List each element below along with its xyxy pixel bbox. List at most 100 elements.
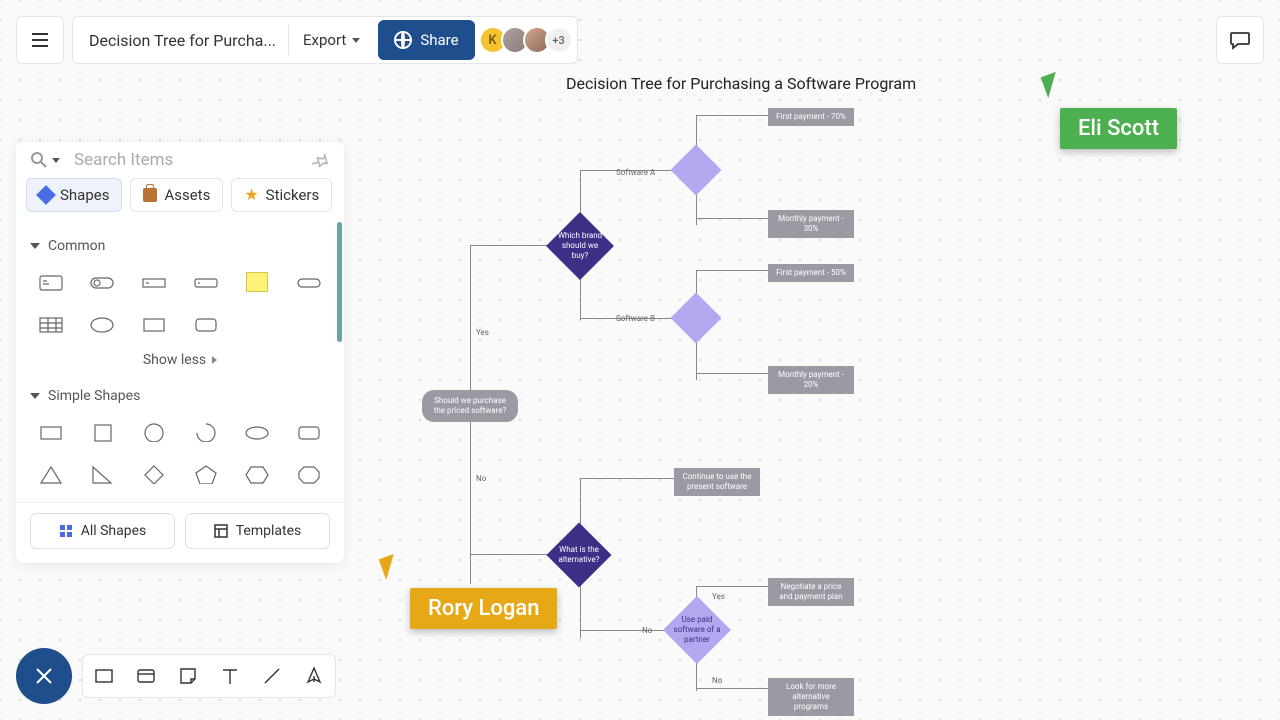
node-software-b[interactable] <box>671 293 722 344</box>
globe-icon <box>394 31 412 49</box>
shape-oval[interactable] <box>237 418 279 446</box>
comments-button[interactable] <box>1216 16 1264 64</box>
export-button[interactable]: Export <box>289 20 374 60</box>
shapes-panel: Shapes Assets ★Stickers Common Show less… <box>16 142 344 563</box>
edge-label: Yes <box>712 592 725 601</box>
node-negotiate[interactable]: Negotiate a price and payment plan <box>768 578 854 606</box>
edge <box>696 270 768 271</box>
briefcase-icon <box>143 188 157 202</box>
show-less-button[interactable]: Show less <box>30 342 330 378</box>
shape-arc[interactable] <box>185 418 227 446</box>
shape-ellipse[interactable] <box>82 310 124 338</box>
shape-switch[interactable] <box>82 268 124 296</box>
shape-square[interactable] <box>82 418 124 446</box>
shape-right-triangle[interactable] <box>82 460 124 488</box>
shape-hexagon[interactable] <box>237 460 279 488</box>
section-simple[interactable]: Simple Shapes <box>30 378 330 414</box>
panel-scroll[interactable]: Common Show less Simple Shapes <box>16 222 344 502</box>
shape-diamond[interactable] <box>133 460 175 488</box>
comment-icon <box>1229 30 1251 50</box>
panel-tabs: Shapes Assets ★Stickers <box>16 178 344 222</box>
collaborator-cursor-eli: Eli Scott <box>1060 108 1177 149</box>
edge <box>696 218 768 219</box>
tab-stickers[interactable]: ★Stickers <box>231 178 332 212</box>
tool-text[interactable] <box>217 663 243 689</box>
panel-footer: All Shapes Templates <box>16 502 344 563</box>
edge-label: Yes <box>476 328 489 337</box>
shape-octagon[interactable] <box>288 460 330 488</box>
tab-assets[interactable]: Assets <box>130 178 223 212</box>
shape-rounded-rect[interactable] <box>185 310 227 338</box>
close-fab[interactable] <box>16 648 72 704</box>
node-monthly-payment-20[interactable]: Monthly payment - 20% <box>768 366 854 394</box>
node-monthly-payment-30[interactable]: Monthly payment - 30% <box>768 210 854 238</box>
all-shapes-button[interactable]: All Shapes <box>30 513 175 549</box>
edge-label: No <box>476 474 486 483</box>
export-label: Export <box>303 31 346 49</box>
shape-rectangle[interactable] <box>133 310 175 338</box>
shape-card[interactable] <box>30 268 72 296</box>
section-common[interactable]: Common <box>30 228 330 264</box>
shape-field[interactable] <box>185 268 227 296</box>
shape-rectangle[interactable] <box>30 418 72 446</box>
pin-icon[interactable] <box>312 151 330 169</box>
tool-card[interactable] <box>133 663 159 689</box>
title-bar: Decision Tree for Purcha... Export Share… <box>72 16 578 64</box>
search-input[interactable] <box>74 150 312 170</box>
edge <box>696 688 768 689</box>
search-icon <box>30 151 48 169</box>
shape-pentagon[interactable] <box>185 460 227 488</box>
tab-shapes[interactable]: Shapes <box>26 178 122 212</box>
chevron-down-icon <box>352 38 360 43</box>
edge-label: Software B <box>616 314 655 323</box>
edge <box>470 554 554 555</box>
node-root-question[interactable]: Should we purchase the priced software? <box>422 390 518 422</box>
diamond-icon <box>36 185 56 205</box>
document-title[interactable]: Decision Tree for Purcha... <box>77 31 288 50</box>
templates-button[interactable]: Templates <box>185 513 330 549</box>
collaborator-avatars: K +3 <box>485 26 573 54</box>
tool-strip <box>82 654 336 698</box>
simple-shapes-grid <box>30 414 330 492</box>
cursor-label: Eli Scott <box>1060 108 1177 149</box>
shape-pill[interactable] <box>288 268 330 296</box>
shape-sticky-note[interactable] <box>237 268 279 296</box>
menu-button[interactable] <box>16 16 64 64</box>
node-use-partner[interactable]: Use paid software of a partner <box>663 596 731 664</box>
shape-circle[interactable] <box>133 418 175 446</box>
chart-title: Decision Tree for Purchasing a Software … <box>566 74 916 93</box>
tool-line[interactable] <box>259 663 285 689</box>
edge-label: No <box>642 626 652 635</box>
edge <box>470 245 471 404</box>
node-brand-decision[interactable]: Which brand should we buy? <box>546 212 614 280</box>
top-bar: Decision Tree for Purcha... Export Share… <box>16 16 578 64</box>
grid-icon <box>59 524 73 538</box>
chevron-right-icon <box>212 356 217 364</box>
node-continue-software[interactable]: Continue to use the present software <box>674 468 760 496</box>
node-look-alternatives[interactable]: Look for more alternative programs <box>768 678 854 716</box>
collaborator-cursor-rory: Rory Logan <box>410 588 557 629</box>
tool-note[interactable] <box>175 663 201 689</box>
share-label: Share <box>420 31 458 49</box>
node-software-a[interactable] <box>671 145 722 196</box>
cursor-label: Rory Logan <box>410 588 557 629</box>
share-button[interactable]: Share <box>378 20 474 60</box>
star-icon: ★ <box>244 187 258 203</box>
chevron-down-icon[interactable] <box>52 158 60 163</box>
tool-rectangle[interactable] <box>91 663 117 689</box>
node-first-payment-70[interactable]: First payment - 70% <box>768 108 854 126</box>
node-alternative-decision[interactable]: What is the alternative? <box>546 522 611 587</box>
tool-pen[interactable] <box>301 663 327 689</box>
shape-input[interactable] <box>133 268 175 296</box>
shape-triangle[interactable] <box>30 460 72 488</box>
edge <box>470 404 471 584</box>
shape-rounded[interactable] <box>288 418 330 446</box>
more-collaborators[interactable]: +3 <box>545 26 573 54</box>
template-icon <box>214 524 228 538</box>
edge <box>580 478 674 479</box>
node-first-payment-50[interactable]: First payment - 50% <box>768 264 854 282</box>
edge <box>696 373 768 374</box>
scrollbar-thumb[interactable] <box>337 222 342 342</box>
edge <box>696 586 768 587</box>
shape-table[interactable] <box>30 310 72 338</box>
